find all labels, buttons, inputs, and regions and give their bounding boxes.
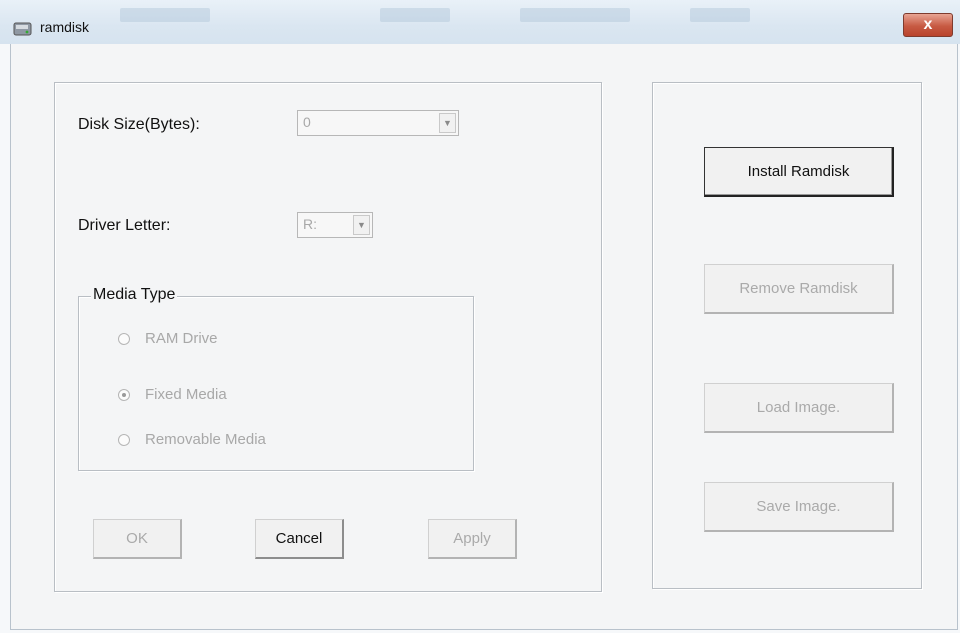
ok-button[interactable]: OK — [93, 519, 182, 559]
driver-letter-combo[interactable]: R: ▼ — [297, 212, 373, 238]
disk-drive-icon — [13, 22, 32, 36]
ram-drive-label: RAM Drive — [145, 330, 218, 347]
title-bar: ramdisk x — [0, 0, 960, 44]
cancel-button[interactable]: Cancel — [255, 519, 344, 559]
title-bar-decoration — [120, 8, 210, 22]
chevron-down-icon[interactable]: ▼ — [439, 113, 456, 133]
apply-button[interactable]: Apply — [428, 519, 517, 559]
load-image-button[interactable]: Load Image. — [704, 383, 894, 433]
remove-ramdisk-button[interactable]: Remove Ramdisk — [704, 264, 894, 314]
save-image-button[interactable]: Save Image. — [704, 482, 894, 532]
media-type-legend: Media Type — [91, 286, 178, 304]
removable-media-label: Removable Media — [145, 431, 266, 448]
driver-letter-label: Driver Letter: — [78, 217, 171, 234]
disk-size-value: 0 — [303, 114, 311, 130]
fixed-media-radio[interactable] — [118, 389, 130, 401]
disk-size-combo[interactable]: 0 ▼ — [297, 110, 459, 136]
install-ramdisk-button[interactable]: Install Ramdisk — [704, 147, 894, 197]
ram-drive-radio[interactable] — [118, 333, 130, 345]
close-icon: x — [923, 16, 933, 33]
media-type-group — [78, 296, 474, 471]
fixed-media-label: Fixed Media — [145, 386, 227, 403]
chevron-down-icon[interactable]: ▼ — [353, 215, 370, 235]
title-bar-decoration — [380, 8, 450, 22]
removable-media-radio[interactable] — [118, 434, 130, 446]
title-bar-decoration — [690, 8, 750, 22]
driver-letter-value: R: — [303, 216, 317, 232]
close-button[interactable]: x — [903, 13, 953, 37]
title-bar-decoration — [520, 8, 630, 22]
window-title: ramdisk — [40, 19, 90, 35]
disk-size-label: Disk Size(Bytes): — [78, 116, 200, 133]
